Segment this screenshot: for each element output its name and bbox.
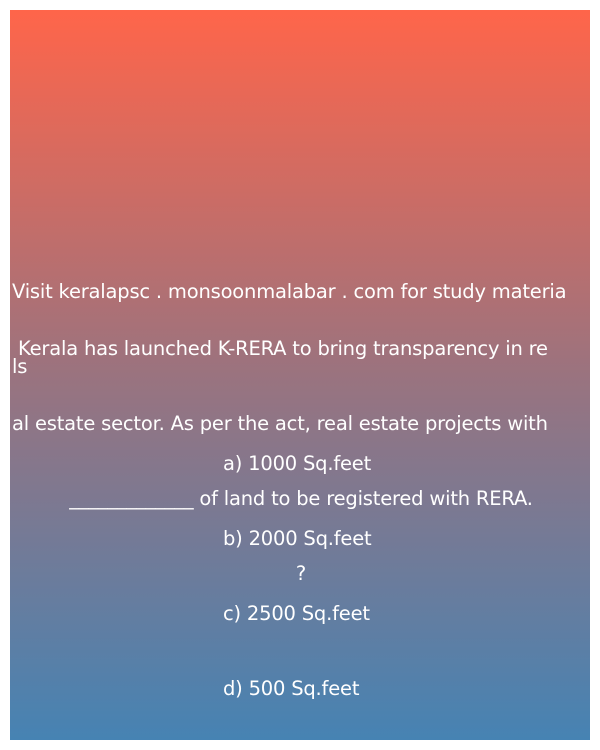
question-card: Visit keralapsc . monsoonmalabar . com f… [10, 10, 590, 740]
option-a: a) 1000 Sq.feet [223, 452, 372, 475]
option-d: d) 500 Sq.feet [223, 677, 360, 700]
option-c: c) 2500 Sq.feet [223, 602, 370, 625]
question-line: Kerala has launched K-RERA to bring tran… [12, 337, 548, 360]
answer-options: a) 1000 Sq.feet b) 2000 Sq.feet c) 2500 … [223, 401, 372, 740]
option-b: b) 2000 Sq.feet [223, 527, 372, 550]
